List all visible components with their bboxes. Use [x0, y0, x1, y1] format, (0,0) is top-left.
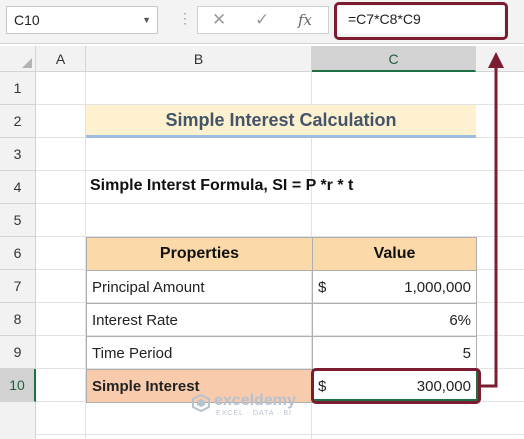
arrow-icon — [481, 52, 504, 388]
watermark-name: exceldemy — [214, 392, 296, 409]
watermark-tagline: EXCEL · DATA · BI — [216, 410, 292, 417]
exceldemy-logo-icon — [192, 394, 210, 412]
